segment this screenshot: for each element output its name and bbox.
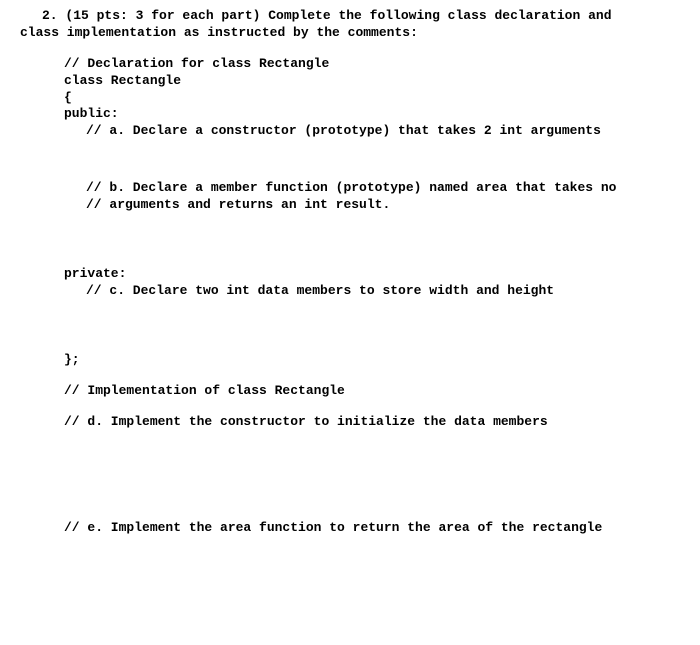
class-keyword-line: class Rectangle <box>20 73 680 90</box>
gap-after-close <box>20 369 680 383</box>
part-d-comment: // d. Implement the constructor to initi… <box>20 414 680 431</box>
part-c-comment: // c. Declare two int data members to st… <box>20 283 680 300</box>
code-block: // Declaration for class Rectangle class… <box>20 56 680 538</box>
close-brace: }; <box>20 352 680 369</box>
blank-space-a <box>20 140 680 180</box>
open-brace: { <box>20 90 680 107</box>
gap-impl <box>20 400 680 414</box>
private-specifier: private: <box>20 266 680 283</box>
declaration-comment: // Declaration for class Rectangle <box>20 56 680 73</box>
blank-space-c <box>20 300 680 352</box>
public-specifier: public: <box>20 106 680 123</box>
blank-space-b <box>20 214 680 266</box>
part-a-comment: // a. Declare a constructor (prototype) … <box>20 123 680 140</box>
implementation-comment: // Implementation of class Rectangle <box>20 383 680 400</box>
part-e-comment: // e. Implement the area function to ret… <box>20 520 680 537</box>
part-b-comment-line1: // b. Declare a member function (prototy… <box>20 180 680 197</box>
part-b-comment-line2: // arguments and returns an int result. <box>20 197 680 214</box>
intro-line-2: class implementation as instructed by th… <box>20 25 680 42</box>
question-intro: 2. (15 pts: 3 for each part) Complete th… <box>20 8 680 42</box>
blank-space-d <box>20 430 680 520</box>
intro-line-1: 2. (15 pts: 3 for each part) Complete th… <box>20 8 680 25</box>
